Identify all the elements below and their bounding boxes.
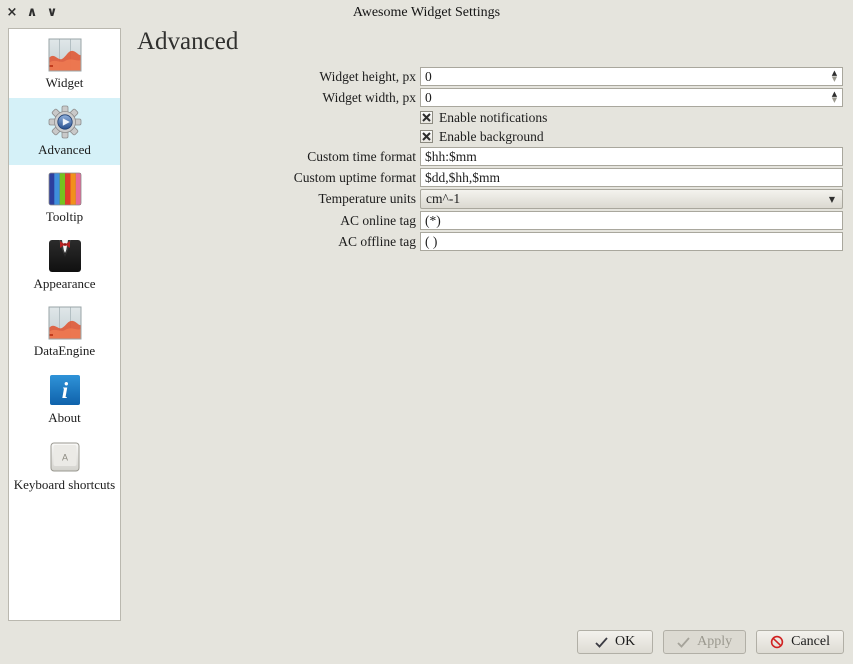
- ac-online-tag-input[interactable]: [420, 211, 843, 230]
- ac-offline-tag-input[interactable]: [420, 232, 843, 251]
- settings-sidebar: Widget Advanced: [8, 28, 121, 621]
- window-title: Awesome Widget Settings: [0, 0, 853, 21]
- widget-height-label: Widget height, px: [137, 69, 420, 85]
- widget-height-spinbox[interactable]: [420, 67, 843, 86]
- shade-icon[interactable]: ∧: [25, 4, 39, 20]
- area-chart-icon: [48, 38, 82, 72]
- area-chart-icon: [48, 306, 82, 340]
- check-x-icon: [422, 113, 431, 122]
- sidebar-item-label: Tooltip: [46, 209, 83, 225]
- enable-background-row: Enable background: [137, 128, 843, 145]
- widget-width-label: Widget width, px: [137, 90, 420, 106]
- svg-text:A: A: [61, 453, 67, 463]
- svg-text:i: i: [61, 378, 68, 403]
- custom-time-format-row: Custom time format: [137, 147, 843, 166]
- widget-width-spinbox[interactable]: [420, 88, 843, 107]
- sidebar-item-label: Appearance: [33, 276, 95, 292]
- sidebar-item-label: Widget: [46, 75, 84, 91]
- sidebar-item-tooltip[interactable]: Tooltip: [9, 165, 120, 232]
- sidebar-item-about[interactable]: i About: [9, 366, 120, 433]
- sidebar-item-label: About: [48, 410, 81, 426]
- apply-button-label: Apply: [697, 634, 732, 650]
- enable-notifications-row: Enable notifications: [137, 109, 843, 126]
- apply-button[interactable]: Apply: [663, 630, 746, 654]
- sidebar-item-appearance[interactable]: Appearance: [9, 232, 120, 299]
- sidebar-item-widget[interactable]: Widget: [9, 31, 120, 98]
- custom-time-format-input[interactable]: [420, 147, 843, 166]
- spin-down-icon[interactable]: ▼: [832, 77, 837, 83]
- widget-width-row: Widget width, px ▲ ▼: [137, 88, 843, 107]
- ok-button[interactable]: OK: [577, 630, 653, 654]
- sidebar-item-label: Advanced: [38, 142, 91, 158]
- cancel-icon: [770, 635, 784, 649]
- spin-buttons[interactable]: ▲ ▼: [828, 68, 841, 85]
- sidebar-item-label: DataEngine: [34, 343, 95, 359]
- temperature-units-row: Temperature units cm^-1 ▼: [137, 189, 843, 209]
- enable-notifications-checkbox[interactable]: [420, 111, 433, 124]
- widget-height-row: Widget height, px ▲ ▼: [137, 67, 843, 86]
- spin-down-icon[interactable]: ▼: [832, 98, 837, 104]
- spin-buttons[interactable]: ▲ ▼: [828, 89, 841, 106]
- ac-offline-tag-row: AC offline tag: [137, 232, 843, 251]
- custom-uptime-format-label: Custom uptime format: [137, 170, 420, 186]
- check-x-icon: [422, 132, 431, 141]
- sidebar-item-keyboard-shortcuts[interactable]: A Keyboard shortcuts: [9, 433, 120, 500]
- dialog-button-box: OK Apply Cancel: [577, 630, 844, 654]
- enable-background-label[interactable]: Enable background: [439, 129, 544, 145]
- temperature-units-value: cm^-1: [426, 191, 460, 207]
- close-icon[interactable]: ×: [5, 4, 19, 20]
- cancel-button[interactable]: Cancel: [756, 630, 844, 654]
- ac-online-tag-label: AC online tag: [137, 213, 420, 229]
- page-title: Advanced: [137, 28, 238, 56]
- sidebar-item-label: Keyboard shortcuts: [14, 477, 115, 493]
- color-bars-icon: [48, 172, 82, 206]
- advanced-settings-form: Widget height, px ▲ ▼ Widget width, px ▲…: [137, 67, 843, 253]
- info-icon: i: [48, 373, 82, 407]
- sidebar-item-advanced[interactable]: Advanced: [9, 98, 120, 165]
- tuxedo-icon: [48, 239, 82, 273]
- enable-background-checkbox[interactable]: [420, 130, 433, 143]
- sidebar-item-dataengine[interactable]: DataEngine: [9, 299, 120, 366]
- keycap-icon: A: [48, 440, 82, 474]
- ok-button-label: OK: [615, 634, 635, 650]
- checkmark-icon: [595, 637, 608, 648]
- checkmark-icon: [677, 637, 690, 648]
- ac-offline-tag-label: AC offline tag: [137, 234, 420, 250]
- cancel-button-label: Cancel: [791, 634, 830, 650]
- unshade-icon[interactable]: ∨: [45, 4, 59, 20]
- temperature-units-dropdown[interactable]: cm^-1 ▼: [420, 189, 843, 209]
- custom-uptime-format-row: Custom uptime format: [137, 168, 843, 187]
- enable-notifications-label[interactable]: Enable notifications: [439, 110, 547, 126]
- gear-icon: [48, 105, 82, 139]
- window-controls: × ∧ ∨: [5, 4, 59, 20]
- titlebar: × ∧ ∨ Awesome Widget Settings: [0, 0, 853, 26]
- custom-uptime-format-input[interactable]: [420, 168, 843, 187]
- awesome-widget-settings-window: { "window": { "title": "Awesome Widget S…: [0, 0, 853, 664]
- ac-online-tag-row: AC online tag: [137, 211, 843, 230]
- chevron-down-icon: ▼: [829, 195, 835, 204]
- temperature-units-label: Temperature units: [137, 191, 420, 207]
- custom-time-format-label: Custom time format: [137, 149, 420, 165]
